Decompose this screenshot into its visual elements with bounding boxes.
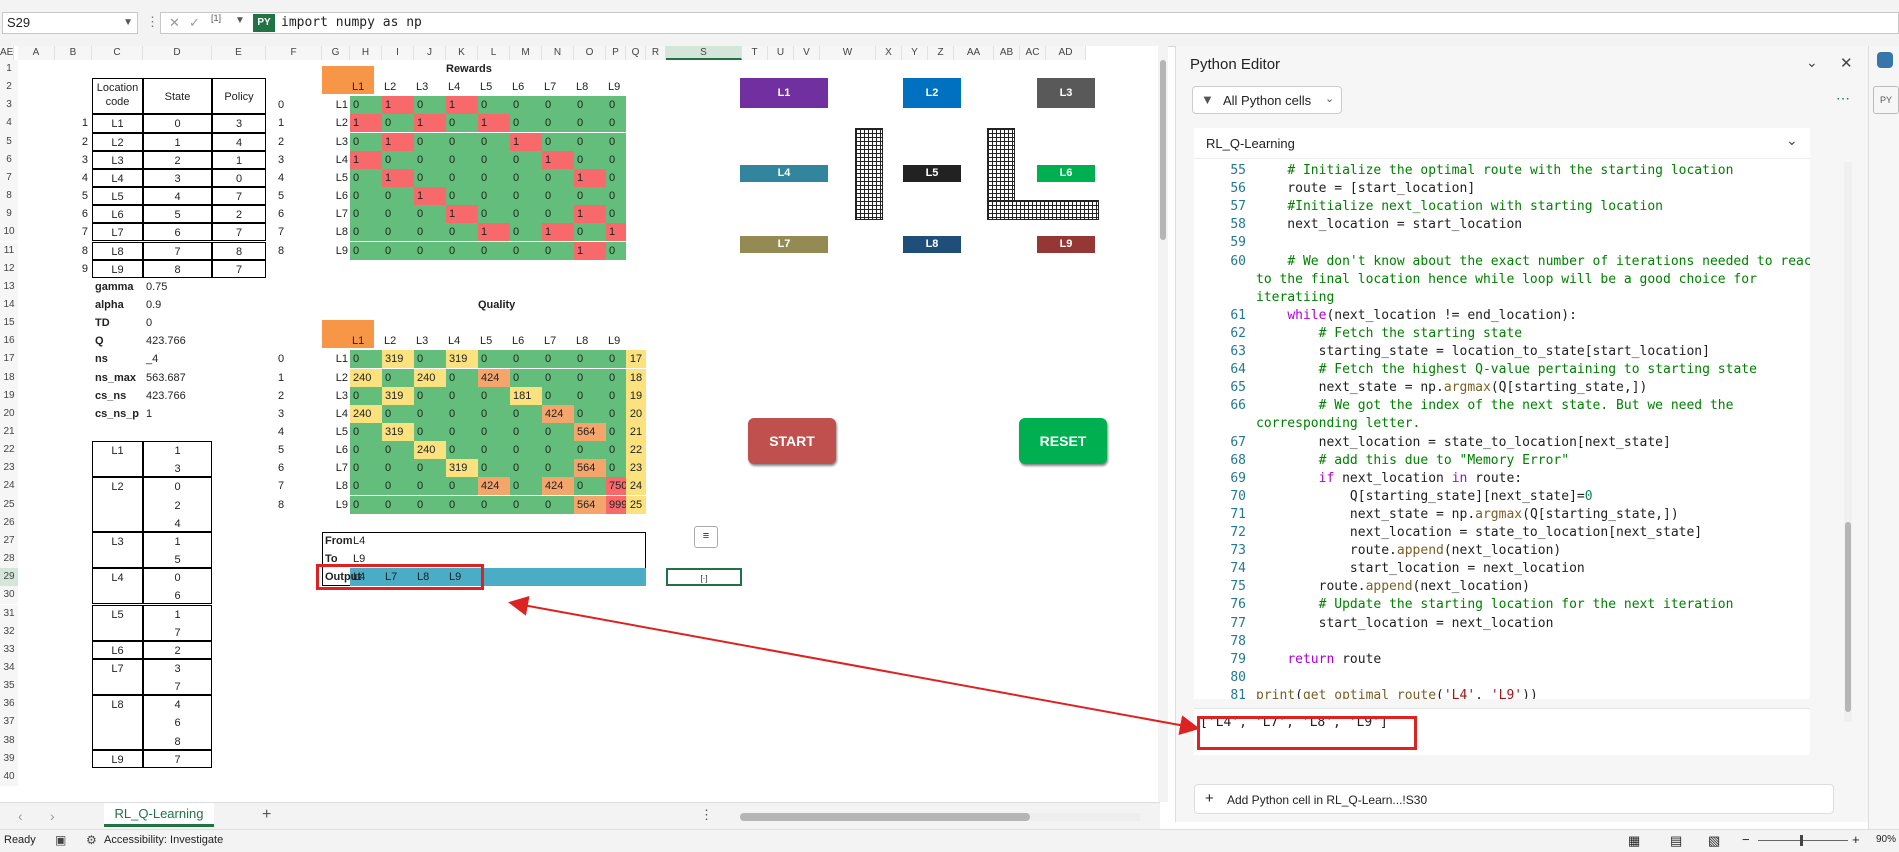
annotation-arrow (508, 596, 1200, 735)
